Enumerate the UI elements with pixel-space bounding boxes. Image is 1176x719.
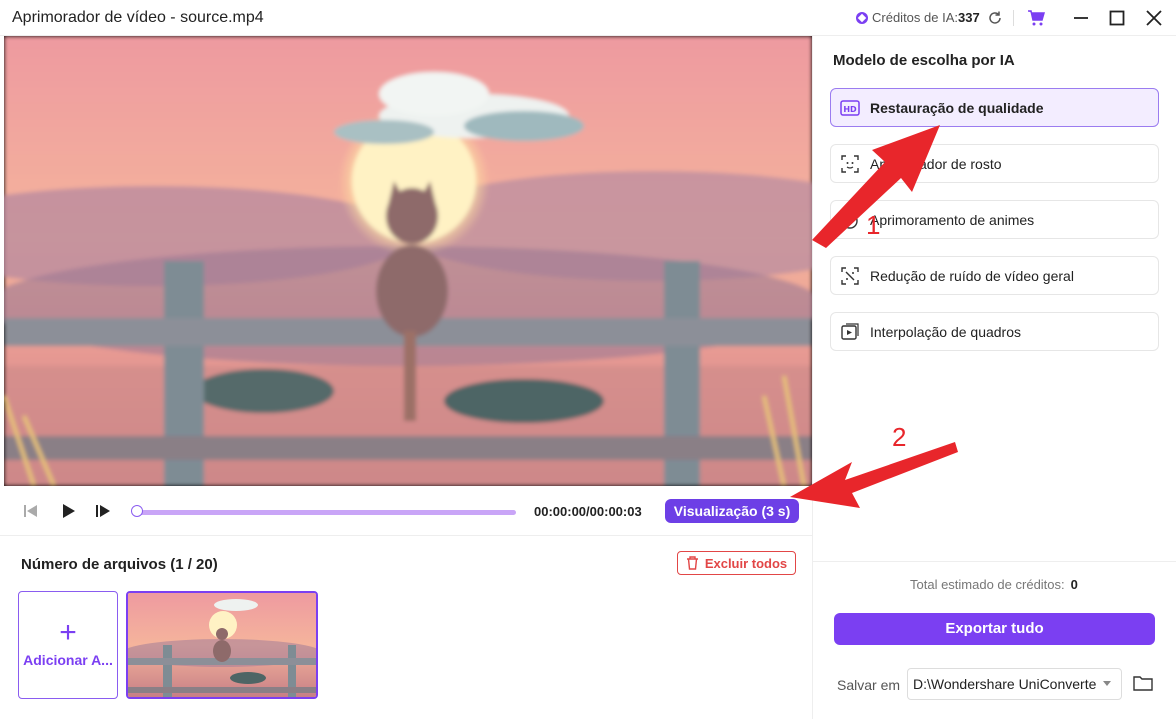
model-quality-restoration[interactable]: HD Restauração de qualidade: [830, 88, 1159, 127]
hd-icon: HD: [840, 98, 860, 118]
svg-text:HD: HD: [843, 105, 857, 114]
model-noise-reduction[interactable]: Redução de ruído de vídeo geral: [830, 256, 1159, 295]
next-frame-icon[interactable]: [94, 502, 112, 520]
model-label: Redução de ruído de vídeo geral: [870, 267, 1074, 284]
play-icon[interactable]: [59, 502, 77, 520]
refresh-icon[interactable]: [985, 8, 1005, 28]
file-count-heading: Número de arquivos (1 / 20): [21, 556, 218, 573]
annotation-number-2: 2: [892, 422, 907, 452]
file-thumbnail[interactable]: [126, 591, 318, 699]
trash-icon: [686, 556, 698, 570]
footer-divider: [813, 561, 1176, 562]
arrow-2-shape: [790, 442, 958, 508]
model-label: Interpolação de quadros: [870, 323, 1021, 340]
playback-time: 00:00:00/00:00:03: [534, 504, 642, 519]
model-label: Aprimorador de rosto: [870, 155, 1002, 172]
save-path-value: D:\Wondershare UniConverte: [913, 676, 1097, 692]
annotation-number-1: 1: [866, 210, 881, 240]
save-location-select[interactable]: D:\Wondershare UniConverte: [907, 668, 1122, 700]
estimated-credits: Total estimado de créditos: 0: [910, 577, 1078, 592]
previous-frame-icon[interactable]: [22, 502, 40, 520]
face-scan-icon: [840, 154, 860, 174]
export-all-button[interactable]: Exportar tudo: [834, 613, 1155, 645]
video-preview[interactable]: [4, 36, 812, 486]
model-frame-interpolation[interactable]: Interpolação de quadros: [830, 312, 1159, 351]
credits-value: 337: [958, 10, 980, 25]
video-frame-illustration: [4, 36, 812, 486]
thumbnail-illustration: [128, 593, 316, 697]
credits-label: Créditos de IA:: [872, 10, 958, 25]
model-face-enhancer[interactable]: Aprimorador de rosto: [830, 144, 1159, 183]
credits-gem-icon: [856, 11, 868, 24]
panel-title: Modelo de escolha por IA: [833, 52, 1015, 69]
delete-all-button[interactable]: Excluir todos: [677, 551, 796, 575]
minimize-icon[interactable]: [1071, 8, 1091, 28]
add-file-tile[interactable]: + Adicionar A...: [18, 591, 118, 699]
plus-icon: +: [59, 616, 77, 649]
title-bar: Aprimorador de vídeo - source.mp4 Crédit…: [0, 0, 1176, 36]
ai-credits: Créditos de IA: 337: [856, 10, 980, 25]
folder-icon[interactable]: [1133, 674, 1153, 692]
title-separator: [1013, 10, 1014, 26]
add-file-label: Adicionar A...: [23, 652, 113, 668]
panel-divider: [812, 36, 813, 719]
progress-knob[interactable]: [131, 505, 143, 517]
total-value: 0: [1070, 577, 1078, 592]
close-icon[interactable]: [1144, 8, 1164, 28]
model-label: Restauração de qualidade: [870, 99, 1044, 116]
save-location-label: Salvar em: [837, 677, 901, 693]
maximize-icon[interactable]: [1107, 8, 1127, 28]
model-label: Aprimoramento de animes: [870, 211, 1035, 228]
anime-icon: [840, 210, 860, 230]
window-title: Aprimorador de vídeo - source.mp4: [12, 9, 264, 26]
delete-all-label: Excluir todos: [704, 555, 788, 571]
chevron-down-icon: [1103, 681, 1111, 686]
preview-button[interactable]: Visualização (3 s): [665, 499, 799, 523]
cart-icon[interactable]: [1026, 8, 1046, 28]
progress-track[interactable]: [136, 510, 516, 515]
total-label: Total estimado de créditos:: [910, 577, 1065, 592]
player-controls: 00:00:00/00:00:03 Visualização (3 s): [0, 486, 812, 536]
noise-reduction-icon: [840, 266, 860, 286]
frame-interpolation-icon: [840, 322, 860, 342]
